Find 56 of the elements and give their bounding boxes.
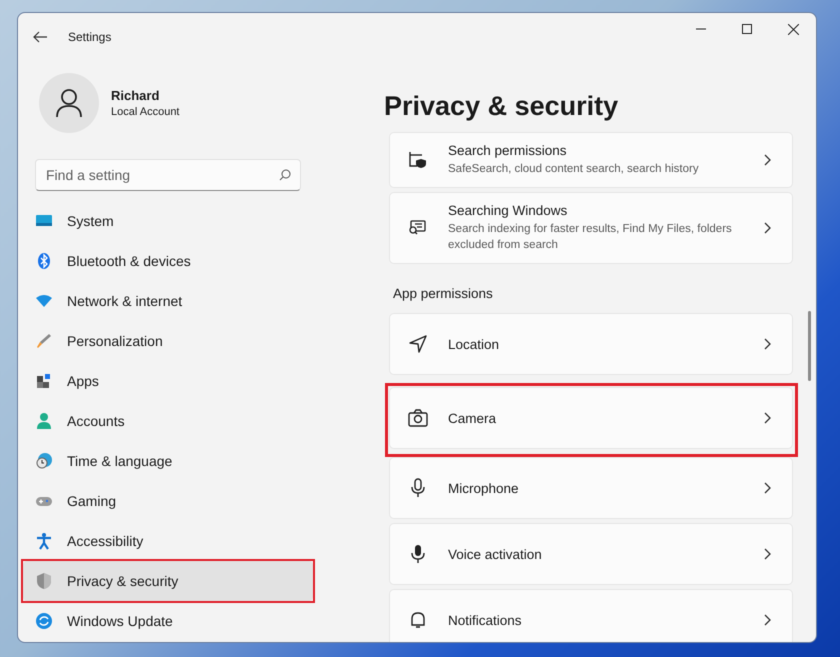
settings-card[interactable]: Searching Windows Search indexing for faster results, Find My Files, folders excluded from search <box>389 192 793 264</box>
profile-name: Richard <box>111 88 160 103</box>
account-type: Local Account <box>111 106 180 118</box>
shield-icon <box>35 572 53 590</box>
apps-icon <box>35 372 53 390</box>
back-arrow-icon[interactable] <box>32 29 48 45</box>
close-icon <box>788 24 798 34</box>
bluetooth-icon <box>35 252 53 270</box>
sidebar-item[interactable]: Network & internet <box>23 281 313 321</box>
card-title: Voice activation <box>448 546 543 562</box>
page-title: Privacy & security <box>384 91 620 122</box>
card-description: Search indexing for faster results, Find My Files, folders excluded from search <box>448 222 733 254</box>
sidebar-item[interactable]: Apps <box>23 361 313 401</box>
search-icon[interactable] <box>279 169 291 181</box>
maximize-icon <box>742 24 752 34</box>
chevron-icon <box>762 548 772 560</box>
chevron-icon <box>762 412 772 424</box>
card-title: Search permissions <box>448 143 568 158</box>
sidebar-item[interactable]: System <box>23 201 313 241</box>
settings-card[interactable]: Voice activation <box>389 523 793 586</box>
chevron-icon <box>762 482 772 494</box>
settings-card[interactable]: Microphone <box>389 457 793 520</box>
person-icon <box>35 412 53 430</box>
sidebar-item[interactable]: Personalization <box>23 321 313 361</box>
settings-card[interactable]: Notifications <box>389 589 793 642</box>
accessibility-icon <box>35 532 53 550</box>
chevron-icon <box>762 614 772 626</box>
settings-card[interactable]: Camera <box>389 387 793 450</box>
globe-clock-icon <box>35 452 53 470</box>
sidebar-item[interactable]: Time & language <box>23 441 313 481</box>
settings-card[interactable]: Location <box>389 313 793 376</box>
card-title: Searching Windows <box>448 203 568 218</box>
scrollbar-thumb[interactable] <box>808 311 811 381</box>
card-title: Location <box>448 336 500 352</box>
card-description: SafeSearch, cloud content search, search history <box>448 162 700 177</box>
shield-folder-icon <box>408 150 428 170</box>
card-title: Camera <box>448 410 498 426</box>
sidebar-item[interactable]: Privacy & security <box>23 561 313 601</box>
refresh-icon <box>35 612 53 630</box>
brush-icon <box>35 332 53 350</box>
location-arrow-icon <box>408 334 428 354</box>
settings-card[interactable]: Search permissions SafeSearch, cloud content search, search history <box>389 132 793 188</box>
window-title: Settings <box>68 30 112 44</box>
chevron-icon <box>762 338 772 350</box>
sidebar-item[interactable]: Accounts <box>23 401 313 441</box>
card-title: Microphone <box>448 480 520 496</box>
chevron-icon <box>762 154 772 166</box>
card-title: Notifications <box>448 612 523 628</box>
camera-icon <box>408 408 428 428</box>
chevron-icon <box>762 222 772 234</box>
sidebar-item[interactable]: Bluetooth & devices <box>23 241 313 281</box>
section-heading: App permissions <box>393 286 494 302</box>
sidebar-item[interactable]: Accessibility <box>23 521 313 561</box>
sidebar-item[interactable]: Windows Update <box>23 601 313 641</box>
sidebar-item[interactable]: Gaming <box>23 481 313 521</box>
search-field[interactable]: Find a setting <box>35 159 301 191</box>
